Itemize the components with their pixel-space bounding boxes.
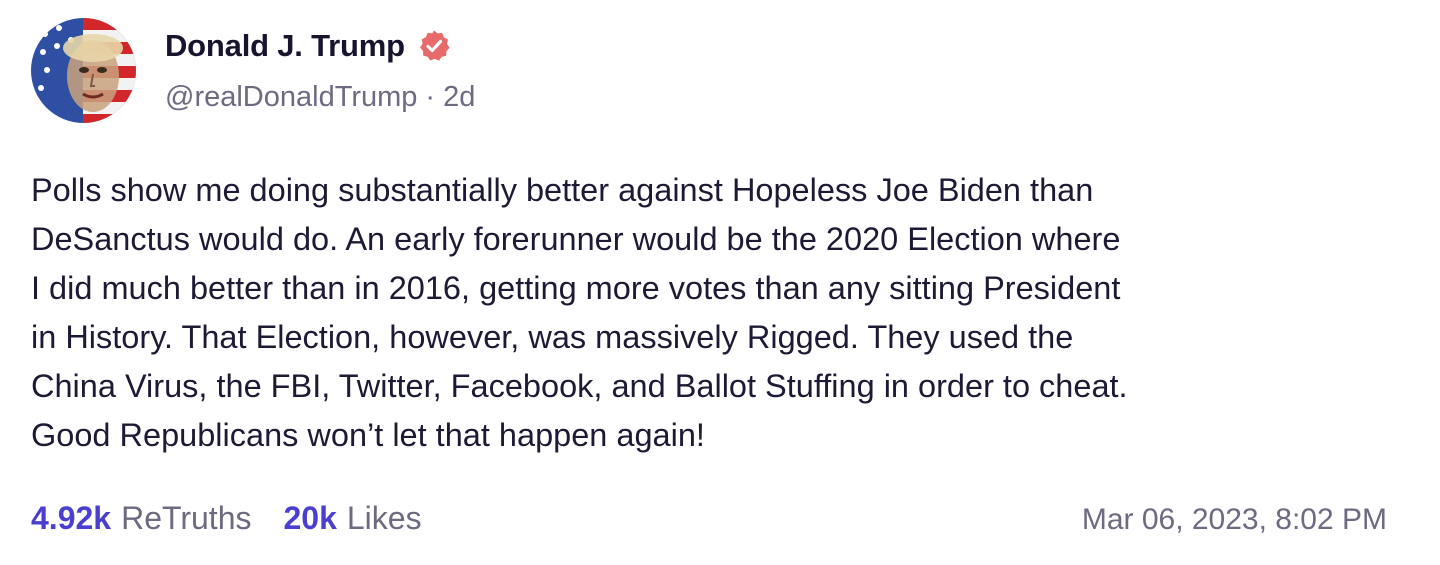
likes-count: 20k: [283, 500, 337, 536]
author-name-row: Donald J. Trump: [165, 26, 451, 66]
post-age[interactable]: 2d: [443, 81, 475, 113]
retruths-count: 4.92k: [31, 500, 112, 536]
post-card: Donald J. Trump @realDonaldTrump · 2d Poll…: [0, 0, 1440, 565]
retruths-stat[interactable]: 4.92k ReTruths: [31, 500, 251, 537]
post-stats: 4.92k ReTruths 20k Likes: [31, 500, 422, 537]
post-line: China Virus, the FBI, Twitter, Facebook,…: [31, 368, 1128, 404]
avatar-image: [31, 18, 136, 123]
verified-badge-icon: [419, 30, 450, 61]
likes-label: Likes: [346, 500, 422, 536]
author-display-name[interactable]: Donald J. Trump: [165, 28, 405, 64]
post-line: I did much better than in 2016, getting …: [31, 270, 1121, 306]
post-line: DeSanctus would do. An early forerunner …: [31, 221, 1121, 257]
post-line: in History. That Election, however, was …: [31, 319, 1074, 355]
author-handle[interactable]: @realDonaldTrump: [165, 81, 417, 113]
post-line: Polls show me doing substantially better…: [31, 172, 1094, 208]
retruths-label: ReTruths: [121, 500, 252, 536]
post-timestamp[interactable]: Mar 06, 2023, 8:02 PM: [1082, 503, 1387, 537]
author-meta: @realDonaldTrump · 2d: [165, 81, 475, 114]
author-avatar[interactable]: [31, 18, 136, 123]
likes-stat[interactable]: 20k Likes: [283, 500, 421, 537]
meta-separator: ·: [425, 81, 436, 113]
post-line: Good Republicans won’t let that happen a…: [31, 417, 705, 453]
post-body: Polls show me doing substantially better…: [31, 166, 1411, 460]
